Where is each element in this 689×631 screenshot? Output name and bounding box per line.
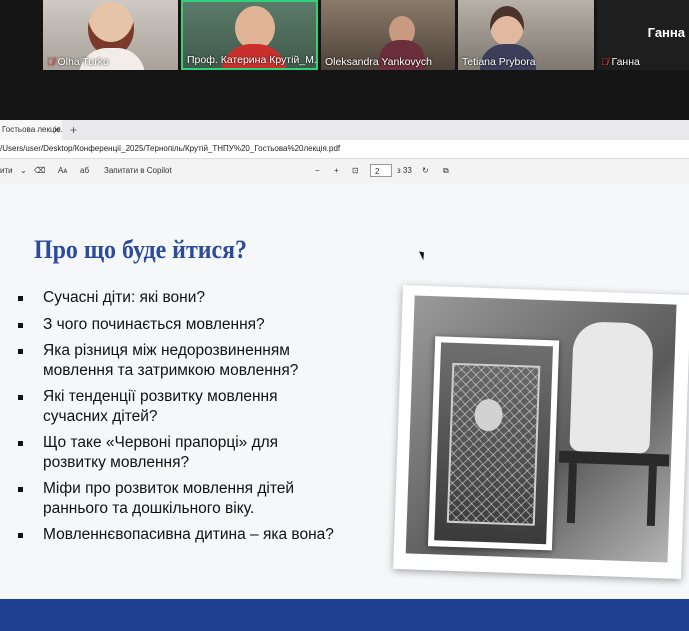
participant-initial-name: Ганна <box>647 25 685 40</box>
list-item: Сучасні діти: які вони? <box>16 288 336 308</box>
mouse-cursor-icon <box>419 249 427 261</box>
participant-video <box>490 6 524 46</box>
bullet-list: Сучасні діти: які вони? З чого починаєть… <box>16 288 336 552</box>
page-total: з 33 <box>397 166 412 175</box>
photo-bench-leg <box>566 462 577 524</box>
chevron-down-icon[interactable]: ⌄ <box>20 159 27 183</box>
photo-inset <box>427 336 560 551</box>
page-view-icon[interactable]: ⧉ <box>443 159 449 183</box>
participant-tile-tetiana[interactable]: Tetiana Prybora <box>458 0 594 70</box>
participant-name-text: Oleksandra Yankovych <box>325 56 433 68</box>
close-icon[interactable]: ✕ <box>53 120 61 140</box>
participant-name: 🎙̸ Olha Turko <box>47 56 109 68</box>
list-item: Яка різниця між недорозвиненням мовлення… <box>16 341 336 380</box>
fit-page-icon[interactable]: ⊡ <box>352 159 359 183</box>
list-item: Що таке «Червоні прапорці» для розвитку … <box>16 433 336 472</box>
browser-tab-bar: Гостьова лекція.pd ✕ + <box>0 120 689 140</box>
list-item: Міфи про розвиток мовлення дітей ранньог… <box>16 479 336 518</box>
zoom-in-button[interactable]: + <box>334 159 339 183</box>
participant-name-text: Проф. Катерина Крутій_М... <box>187 54 318 66</box>
photo-adult <box>569 321 654 454</box>
photo-inset-image <box>434 342 553 545</box>
mic-muted-icon: 🎙̸ <box>601 57 609 68</box>
list-item: З чого починається мовлення? <box>16 315 336 335</box>
participant-name: Oleksandra Yankovych <box>325 56 432 68</box>
list-item: Мовленнєвопасивна дитина – яка вона? <box>16 525 336 545</box>
participant-name: Tetiana Prybora <box>462 56 536 68</box>
address-bar[interactable]: /Users/user/Desktop/Конференції_2025/Тер… <box>0 140 689 159</box>
participant-tile-kateryna[interactable]: Проф. Катерина Крутій_М... <box>181 0 318 70</box>
video-gallery: 🎙̸ Olha Turko Проф. Катерина Крутій_М... … <box>0 0 689 120</box>
photo-mesh <box>446 362 541 526</box>
url-text: /Users/user/Desktop/Конференції_2025/Тер… <box>0 144 341 153</box>
list-item: Які тенденції розвитку мовлення сучасних… <box>16 387 336 426</box>
slide-footer-band <box>0 599 689 631</box>
pdf-toolbar: ити ⌄ ⌫ Aᴀ аб Запитати в Copilot − + ⊡ 2… <box>0 159 689 184</box>
participant-name: Проф. Катерина Крутій_М... <box>187 54 318 66</box>
participant-tile-hanna[interactable]: Ганна 🎙̸ Ганна <box>597 0 689 70</box>
toolbar-left-item[interactable]: ити <box>0 159 13 183</box>
mic-muted-icon: 🎙̸ <box>47 57 55 68</box>
text-tool-icon[interactable]: аб <box>80 159 89 183</box>
rotate-icon[interactable]: ↻ <box>422 159 429 183</box>
page-number-input[interactable]: 2 <box>370 164 392 177</box>
read-aloud-icon[interactable]: Aᴀ <box>58 159 67 183</box>
photo-image <box>405 295 677 563</box>
participant-name-text: Olha Turko <box>57 56 109 68</box>
copilot-button[interactable]: Запитати в Copilot <box>104 159 172 183</box>
pdf-page: Про що буде йтися? Сучасні діти: які вон… <box>0 183 689 631</box>
photo-bench-leg <box>646 465 657 526</box>
eraser-icon[interactable]: ⌫ <box>34 159 45 183</box>
new-tab-button[interactable]: + <box>70 120 77 140</box>
zoom-out-button[interactable]: − <box>315 159 320 183</box>
participant-tile-olha[interactable]: 🎙̸ Olha Turko <box>43 0 178 70</box>
participant-tile-oleksandra[interactable]: Oleksandra Yankovych <box>321 0 455 70</box>
slide-photo <box>393 285 689 579</box>
participant-name: 🎙̸ Ганна <box>601 56 640 68</box>
participant-name-text: Tetiana Prybora <box>462 56 536 68</box>
participant-name-text: Ганна <box>611 56 640 68</box>
slide-title: Про що буде йтися? <box>34 235 248 264</box>
